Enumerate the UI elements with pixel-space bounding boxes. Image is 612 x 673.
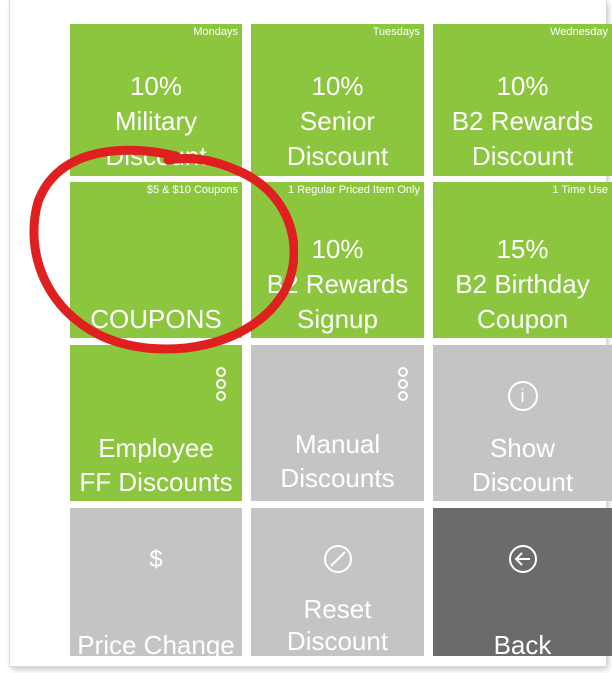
tile-percent: 10% [311, 234, 364, 264]
employee-ff-discounts-button[interactable]: Employee FF Discounts [70, 345, 242, 501]
b2-rewards-signup-button[interactable]: 1 Regular Priced Item Only 10% B2 Reward… [251, 182, 424, 338]
tile-percent: 15% [496, 234, 549, 264]
tile-label: Military [114, 106, 198, 136]
more-icon [398, 367, 408, 403]
tile-label: B2 Birthday [455, 269, 590, 299]
tile-label: Discount [286, 626, 389, 656]
tile-label: Signup [297, 304, 378, 334]
tile-label: Show [489, 433, 556, 463]
back-button[interactable]: Back [433, 508, 612, 656]
tile-label: FF Discounts [79, 467, 233, 497]
tile-label: B2 Rewards [266, 269, 409, 299]
tile-label: Discount [286, 141, 389, 171]
price-change-button[interactable]: $ Price Change [70, 508, 242, 656]
reset-discount-button[interactable]: Reset Discount [251, 508, 424, 656]
tile-tag: Mondays [193, 26, 238, 38]
senior-discount-button[interactable]: Tuesdays 10% Senior Discount [251, 24, 424, 176]
manual-discounts-button[interactable]: Manual Discounts [251, 345, 424, 501]
info-icon: i [433, 381, 612, 411]
tile-label: Price Change [77, 630, 235, 656]
tile-percent: 10% [496, 71, 549, 101]
discount-grid: Mondays 10% Military Discount Tuesdays 1… [70, 24, 612, 656]
tile-tag: 1 Time Use [552, 184, 608, 196]
b2-rewards-discount-button[interactable]: Wednesday 10% B2 Rewards Discount [433, 24, 612, 176]
show-discount-button[interactable]: i Show Discount [433, 345, 612, 501]
tile-label: Employee [98, 433, 214, 463]
tile-label: Coupon [476, 304, 569, 334]
tile-tag: Wednesday [550, 26, 608, 38]
tile-tag: Tuesdays [372, 26, 420, 38]
tile-label: Discount [471, 141, 574, 171]
more-icon [216, 367, 226, 403]
tile-label: Discount [105, 141, 207, 171]
tile-label: COUPONS [90, 304, 222, 334]
dollar-icon: $ [149, 546, 163, 573]
tile-tag: $5 & $10 Coupons [146, 184, 238, 196]
coupons-button[interactable]: $5 & $10 Coupons COUPONS [70, 182, 242, 338]
tile-percent: 10% [311, 71, 364, 101]
tile-percent: 10% [129, 71, 183, 101]
tile-label: Discount [471, 467, 574, 497]
b2-birthday-coupon-button[interactable]: 1 Time Use 15% B2 Birthday Coupon [433, 182, 612, 338]
tile-label: Reset [303, 594, 372, 624]
tile-label: Back [493, 630, 552, 656]
tile-label: B2 Rewards [451, 106, 594, 136]
tile-label: Manual [294, 429, 381, 459]
tile-tag: 1 Regular Priced Item Only [287, 184, 420, 196]
tile-label: Senior [299, 106, 376, 136]
no-icon [251, 544, 424, 579]
back-arrow-icon [433, 544, 612, 579]
military-discount-button[interactable]: Mondays 10% Military Discount [70, 24, 242, 176]
tile-label: Discounts [280, 463, 395, 493]
